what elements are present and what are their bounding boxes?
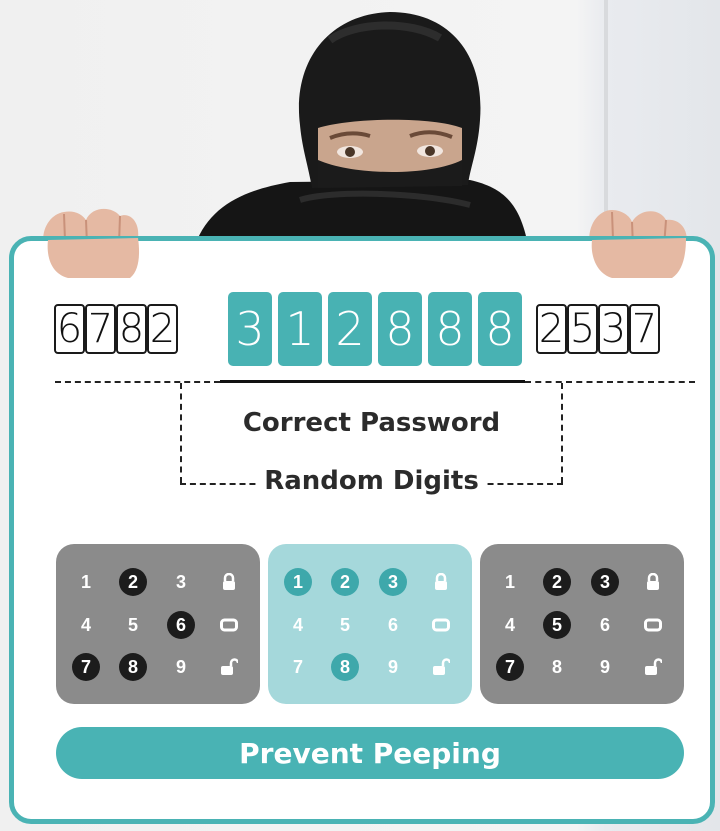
- keypad-key: 5: [339, 614, 350, 635]
- keypad-key-pressed: 1: [284, 568, 312, 596]
- keypad-key: 6: [387, 614, 398, 635]
- lock-open-icon: [639, 653, 667, 681]
- random-digit: 2: [536, 304, 567, 354]
- password-digit: 1: [278, 292, 322, 366]
- password-digit: 8: [378, 292, 422, 366]
- keypad-key: 1: [80, 571, 91, 592]
- password-digit: 8: [428, 292, 472, 366]
- lock-closed-icon: [215, 568, 243, 596]
- keypad-key: 9: [387, 656, 398, 677]
- keypad-key-pressed: 6: [167, 611, 195, 639]
- keypad-key: 5: [127, 614, 138, 635]
- keypad-2: 123 4 5 6 7 8 9: [268, 544, 472, 704]
- keypad-key: 7: [292, 656, 303, 677]
- password-digit: 3: [228, 292, 272, 366]
- keypad-key-pressed: 7: [496, 653, 524, 681]
- rounded-rect-icon: [639, 611, 667, 639]
- password-digit: 8: [478, 292, 522, 366]
- dashed-line-left: [55, 381, 220, 383]
- keypad-key: 6: [599, 614, 610, 635]
- keypad-key-pressed: 7: [72, 653, 100, 681]
- random-digit: 2: [147, 304, 178, 354]
- keypad-key-pressed: 5: [543, 611, 571, 639]
- password-underline: [220, 380, 525, 383]
- random-digit: 7: [629, 304, 660, 354]
- keypad-key-pressed: 2: [543, 568, 571, 596]
- keypad-key-pressed: 3: [591, 568, 619, 596]
- random-digits-label: Random Digits: [258, 466, 485, 496]
- keypad-key: 4: [292, 614, 303, 635]
- random-digit: 6: [54, 304, 85, 354]
- random-digit: 8: [116, 304, 147, 354]
- keypad-key: 4: [504, 614, 515, 635]
- password-digit: 2: [328, 292, 372, 366]
- keypad-3: 123456789: [480, 544, 684, 704]
- keypad-1: 1 2 3 4 5 6 78 9: [56, 544, 260, 704]
- keypad-key-pressed: 8: [119, 653, 147, 681]
- random-digits-label-wrap: Random Digits: [180, 466, 563, 496]
- keypad-key-pressed: 8: [331, 653, 359, 681]
- keypad-key: 9: [599, 656, 610, 677]
- keypad-key: 3: [175, 571, 186, 592]
- prevent-peeping-button[interactable]: Prevent Peeping: [56, 727, 684, 779]
- random-digit: 5: [567, 304, 598, 354]
- rounded-rect-icon: [215, 611, 243, 639]
- random-digit: 3: [598, 304, 629, 354]
- lock-open-icon: [215, 653, 243, 681]
- keypad-key-pressed: 2: [119, 568, 147, 596]
- keypad-key: 4: [80, 614, 91, 635]
- lock-open-icon: [427, 653, 455, 681]
- keypad-key: 9: [175, 656, 186, 677]
- lock-closed-icon: [427, 568, 455, 596]
- keypad-key-pressed: 2: [331, 568, 359, 596]
- keypad-key: 1: [504, 571, 515, 592]
- rounded-rect-icon: [427, 611, 455, 639]
- random-digit: 7: [85, 304, 116, 354]
- password-digit-strip: 6 7 8 2 3 1 2 8 8 8 2 5 3 7: [52, 290, 702, 370]
- lock-closed-icon: [639, 568, 667, 596]
- keypad-key: 8: [551, 656, 562, 677]
- correct-password-label: Correct Password: [242, 408, 501, 438]
- fingers-overlay: [47, 238, 686, 278]
- keypad-key-pressed: 3: [379, 568, 407, 596]
- dashed-line-right: [525, 381, 695, 383]
